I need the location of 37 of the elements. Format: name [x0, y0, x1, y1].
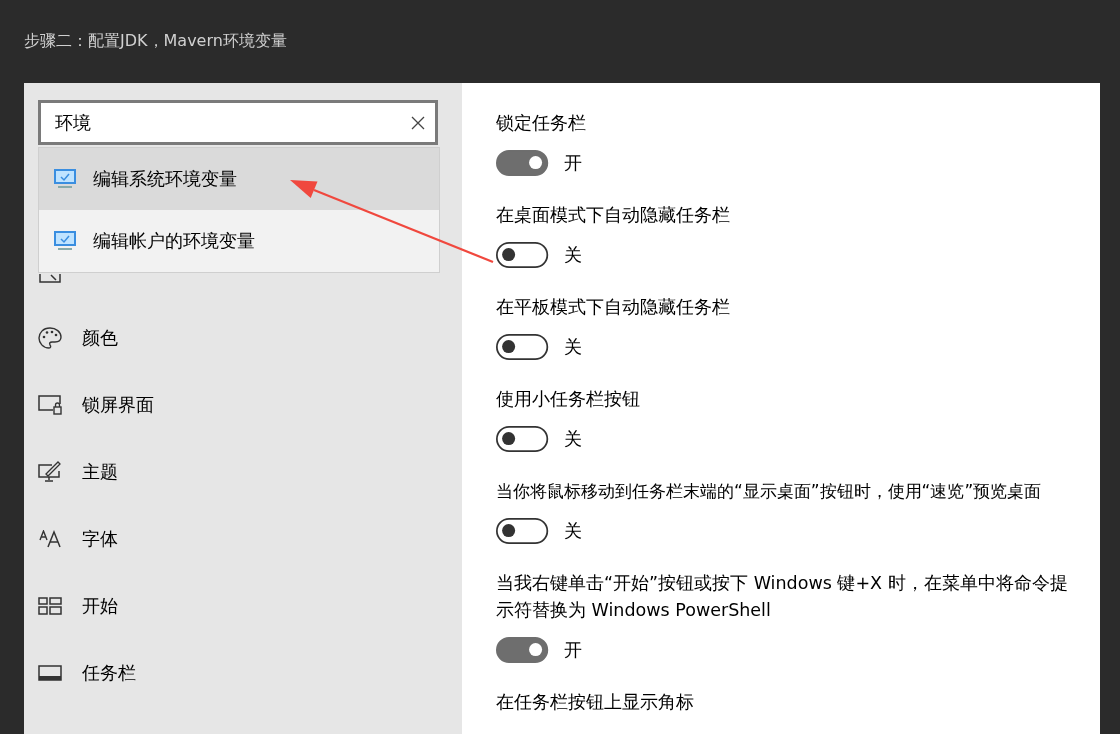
setting-label: 在任务栏按钮上显示角标 — [496, 691, 695, 714]
toggle-switch[interactable] — [496, 517, 549, 545]
setting-label: 使用小任务栏按钮 — [496, 388, 641, 411]
brush-monitor-icon — [38, 461, 62, 482]
sidebar-item[interactable]: 任务栏 — [38, 639, 448, 706]
setting-label: 在桌面模式下自动隐藏任务栏 — [496, 204, 731, 227]
setting-label: 锁定任务栏 — [496, 112, 587, 135]
toggle-state: 开 — [564, 151, 582, 175]
toggle-state: 关 — [564, 243, 582, 267]
start-grid-icon — [38, 596, 62, 615]
search-result[interactable]: 编辑系统环境变量 — [39, 148, 439, 210]
setting-label: 在平板模式下自动隐藏任务栏 — [496, 296, 731, 319]
toggle-switch[interactable] — [496, 241, 549, 269]
setting-label: 当你将鼠标移动到任务栏末端的“显示桌面”按钮时，使用“速览”预览桌面 — [496, 480, 1043, 503]
toggle-state: 关 — [564, 519, 582, 543]
lock-screen-icon — [38, 394, 62, 415]
taskbar-icon — [38, 664, 62, 681]
search-field[interactable]: 环境 — [38, 100, 438, 145]
toggle-state: 关 — [564, 335, 582, 359]
close-icon[interactable] — [411, 115, 425, 130]
toggle-state: 开 — [564, 638, 582, 662]
sidebar-item[interactable]: 主题 — [38, 438, 448, 505]
palette-icon — [38, 326, 62, 349]
monitor-icon — [53, 168, 77, 190]
font-size-icon — [39, 529, 61, 548]
toggle-switch[interactable] — [496, 636, 549, 664]
monitor-icon — [53, 230, 77, 252]
toggle-switch[interactable] — [496, 425, 549, 453]
sidebar-item[interactable]: 字体 — [38, 505, 448, 572]
sidebar-item[interactable]: 颜色 — [38, 304, 448, 371]
step-heading: 步骤二：配置JDK，Mavern环境变量 — [24, 31, 287, 52]
sidebar-item[interactable]: 锁屏界面 — [38, 371, 448, 438]
toggle-switch[interactable] — [496, 149, 549, 177]
toggle-switch[interactable] — [496, 333, 549, 361]
sidebar-item[interactable]: 开始 — [38, 572, 448, 639]
toggle-state: 关 — [564, 427, 582, 451]
setting-label: 当我右键单击“开始”按钮或按下 Windows 键+X 时，在菜单中将命令提示符替换为 Windows PowerShell — [496, 572, 1069, 622]
